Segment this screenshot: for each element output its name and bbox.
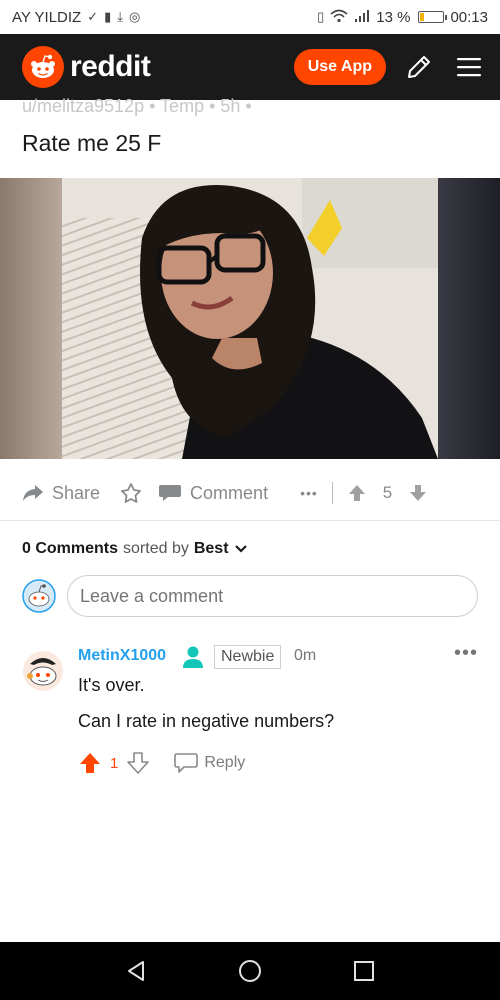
comment-count: 0 Comments — [22, 540, 119, 557]
share-icon — [23, 485, 43, 501]
comment-text-line-2: Can I rate in negative numbers? — [78, 711, 335, 731]
menu-icon[interactable] — [452, 50, 486, 84]
share-label: Share — [52, 482, 101, 503]
pencil-icon[interactable] — [402, 50, 436, 84]
carrier-name: AY YILDIZ — [12, 8, 82, 26]
post-title[interactable]: Rate me 25 F — [22, 130, 161, 157]
more-options-icon[interactable]: ••• — [300, 485, 318, 501]
reddit-logo-icon[interactable] — [22, 46, 64, 88]
post-meta[interactable]: u/melitza9512p • Temp • 5h • — [22, 96, 252, 117]
status-right: ▯ 13 % 00:13 — [317, 9, 488, 26]
post-image[interactable] — [0, 178, 500, 459]
battery-percent: 13 % — [376, 8, 411, 26]
status-bar: AY YILDIZ ✓ ▮ ⤓ ◎ ▯ 13 % 00:13 — [0, 0, 500, 34]
comment-time: 0m — [294, 647, 317, 664]
clock: 00:13 — [450, 8, 488, 26]
use-app-button[interactable]: Use App — [293, 49, 386, 85]
section-divider — [0, 520, 500, 521]
comment-label: Comment — [190, 482, 269, 503]
wifi-icon — [330, 9, 348, 26]
chevron-down-icon — [234, 545, 247, 553]
instagram-icon: ◎ — [129, 9, 141, 24]
current-user-avatar-icon — [22, 579, 56, 613]
battery-fill — [420, 13, 424, 21]
vibrate-icon: ▯ — [317, 9, 325, 24]
comment-more-options-icon[interactable]: ••• — [454, 642, 478, 665]
comment-author[interactable]: MetinX1000 — [78, 647, 166, 665]
comment-actions: 1 Reply — [78, 751, 245, 775]
status-left: AY YILDIZ ✓ ▮ ⤓ ◎ — [12, 9, 140, 26]
battery-icon — [418, 11, 448, 23]
back-icon[interactable] — [124, 959, 148, 983]
award-button[interactable] — [120, 482, 142, 504]
downvote-icon[interactable] — [408, 483, 428, 503]
comment-button[interactable]: Comment — [158, 483, 268, 504]
sim-icon: ▮ — [104, 9, 112, 24]
post-action-bar: Share Comment ••• 5 — [22, 476, 478, 510]
home-icon[interactable] — [237, 958, 263, 984]
comment-vote-count: 1 — [110, 754, 119, 772]
download-icon: ⤓ — [117, 9, 124, 24]
comment-sort[interactable]: 0 Comments sorted by Best — [22, 540, 248, 558]
sort-value: Best — [193, 540, 229, 557]
reply-label: Reply — [204, 754, 246, 771]
comment-text-line-1: It's over. — [78, 675, 145, 695]
reddit-wordmark[interactable]: reddit — [70, 50, 151, 84]
share-button[interactable]: Share — [22, 483, 100, 504]
image-subject-illustration — [140, 178, 438, 459]
signal-icon — [354, 9, 370, 26]
comment-upvote-icon[interactable] — [78, 751, 102, 775]
vote-count: 5 — [382, 483, 393, 502]
image-photo — [62, 178, 438, 459]
recents-icon[interactable] — [352, 959, 376, 983]
action-divider — [331, 482, 333, 504]
android-nav-bar — [0, 942, 500, 1000]
reply-button[interactable]: Reply — [174, 752, 245, 774]
check-icon: ✓ — [87, 9, 99, 24]
site-header: reddit Use App — [0, 34, 500, 100]
comment-icon — [159, 485, 182, 501]
upvote-icon[interactable] — [347, 483, 367, 503]
reply-icon — [174, 753, 199, 773]
comment-downvote-icon[interactable] — [126, 751, 150, 775]
image-blur-left — [0, 178, 62, 459]
comment-input[interactable] — [67, 575, 478, 617]
award-icon — [121, 483, 141, 503]
sorted-by-label: sorted by — [123, 540, 189, 557]
commenter-avatar-icon[interactable] — [22, 650, 64, 692]
user-flair-icon — [182, 645, 204, 669]
image-blur-right — [438, 178, 500, 459]
user-flair: Newbie — [214, 645, 282, 669]
